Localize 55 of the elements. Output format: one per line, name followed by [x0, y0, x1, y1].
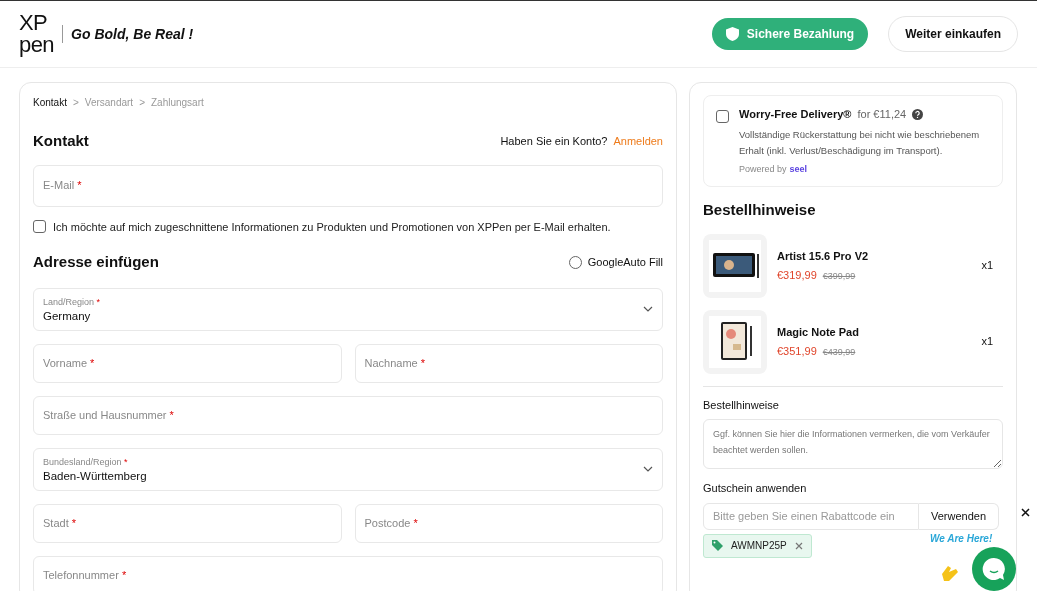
breadcrumb-link[interactable]: Zahlungsart: [151, 95, 204, 110]
chat-button[interactable]: [972, 547, 1016, 591]
input-field[interactable]: Straße und Hausnummer *: [33, 395, 663, 435]
input-field[interactable]: Nachname *: [354, 343, 663, 383]
secure-payment-button[interactable]: Sichere Bezahlung: [711, 18, 869, 50]
help-icon[interactable]: [912, 108, 924, 120]
product-price: €351,99: [777, 343, 817, 359]
section-title: Kontakt: [33, 131, 89, 151]
select-field[interactable]: Bundesland/Region * Baden-Württemberg: [33, 447, 663, 491]
coupon-field[interactable]: Bitte geben Sie einen Rabattcode ein: [703, 502, 919, 530]
chat-badge-text: We Are Here!: [930, 533, 993, 545]
protection-description: Vollständige Rückerstattung bei nicht wie beschriebenem Erhalt (inkl. Verlust/Beschädigung im Transport).: [739, 127, 981, 158]
quantity-label: x1: [981, 334, 994, 350]
slogan: Go Bold, Be Real !: [71, 24, 194, 44]
chevron-down-icon: [643, 466, 653, 472]
remove-icon[interactable]: [794, 541, 803, 550]
protection-price: for €11,24: [857, 107, 907, 122]
notes-field[interactable]: Ggf. können Sie hier die Informationen vermerken, die vom Verkäufer beachtet werden sollen.: [703, 419, 1003, 469]
protection-title: Worry-Free Delivery®: [739, 107, 852, 122]
section-title: Bestellhinweise: [703, 200, 817, 220]
apply-button[interactable]: Verwenden: [919, 502, 1000, 530]
breadcrumb-separator: >: [139, 96, 145, 110]
brand-label: seel: [789, 162, 808, 176]
logo[interactable]: XP pen: [19, 12, 55, 56]
email-field[interactable]: E-Mail *: [33, 164, 663, 207]
input-field[interactable]: Postcode *: [354, 503, 663, 543]
select-field[interactable]: Land/Region * Germany: [33, 287, 663, 331]
coupon-code: AWMNP25P: [731, 539, 787, 553]
input-field[interactable]: Vorname *: [33, 343, 342, 383]
chevron-down-icon: [643, 306, 653, 312]
powered-by-label: Powered by: [739, 162, 787, 176]
close-icon[interactable]: [1021, 508, 1030, 517]
section-title: Adresse einfügen: [33, 252, 159, 272]
notes-label: Bestellhinweise: [703, 397, 780, 413]
product-name: Magic Note Pad: [777, 325, 860, 340]
coupon-label: Gutschein anwenden: [703, 481, 808, 496]
newsletter-label: Ich möchte auf mich zugeschnittene Informationen zu Produkten und Promotionen von XPPen per E-Mail erhalten.: [53, 219, 611, 235]
input-field[interactable]: Telefonnummer *: [33, 555, 663, 591]
checkbox[interactable]: [33, 220, 46, 234]
breadcrumb-link[interactable]: Versandart: [84, 95, 134, 110]
breadcrumb-link[interactable]: Kontakt: [33, 95, 67, 110]
product-name: Artist 15.6 Pro V2: [777, 249, 870, 264]
tag-icon: [712, 540, 723, 551]
original-price: €399,99: [822, 269, 856, 283]
chat-icon: [982, 557, 1006, 581]
input-field[interactable]: Stadt *: [33, 503, 342, 543]
login-link[interactable]: Anmelden: [613, 133, 663, 150]
shield-icon: [725, 27, 739, 41]
product-price: €319,99: [777, 267, 817, 283]
original-price: €439,99: [822, 345, 856, 359]
breadcrumb-separator: >: [72, 96, 79, 110]
checkbox[interactable]: [716, 110, 729, 123]
account-question: Haben Sie ein Konto?: [500, 134, 608, 149]
autofill-label: GoogleAuto Fill: [587, 255, 663, 270]
quantity-label: x1: [981, 258, 994, 274]
